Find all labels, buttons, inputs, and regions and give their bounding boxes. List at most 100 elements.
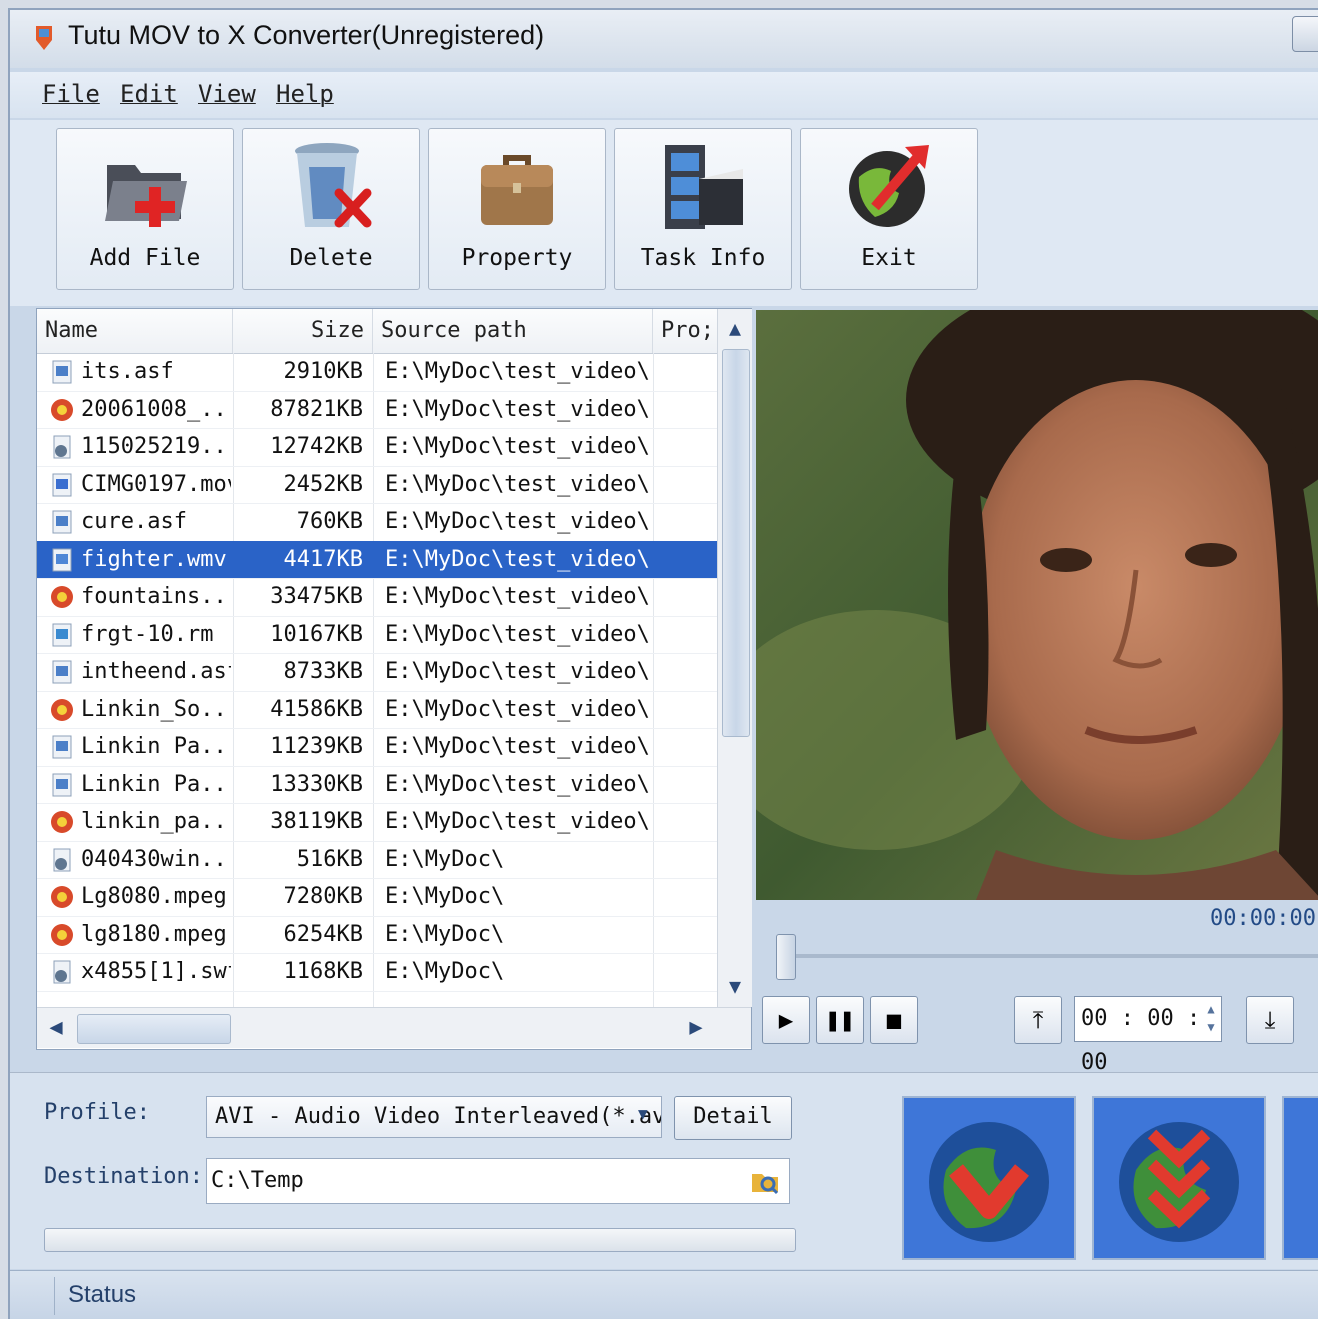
file-media-icon bbox=[51, 923, 73, 946]
conversion-progress-bar bbox=[44, 1228, 796, 1252]
table-row[interactable]: 040430win... 516KB E:\MyDoc\ bbox=[37, 841, 717, 879]
file-media-icon bbox=[51, 586, 73, 608]
vertical-scrollbar[interactable]: ▲ ▼ bbox=[717, 309, 752, 1007]
horizontal-scrollbar[interactable]: ◀ ▶ bbox=[37, 1007, 751, 1048]
globe-exit-icon bbox=[849, 145, 929, 227]
scroll-left-arrow-icon[interactable]: ◀ bbox=[41, 1012, 71, 1044]
table-row[interactable]: intheend.asf 8733KB E:\MyDoc\test_video\ bbox=[37, 653, 717, 692]
file-list-panel: Name Size Source path Pro; its.asf 2910KB… bbox=[36, 308, 752, 1050]
app-window: Tutu MOV to X Converter(Unregistered) Fi… bbox=[8, 8, 1318, 1319]
cell-size: 12742KB bbox=[270, 434, 363, 459]
profile-label: Profile: bbox=[44, 1100, 150, 1125]
scroll-right-arrow-icon[interactable]: ▶ bbox=[681, 1012, 711, 1044]
cell-path: E:\MyDoc\ bbox=[385, 884, 505, 909]
table-row[interactable]: Lg8080.mpeg 7280KB E:\MyDoc\ bbox=[37, 878, 717, 917]
property-button[interactable]: Property bbox=[428, 128, 606, 290]
file-generic-icon bbox=[53, 848, 71, 871]
globe-convert-icon bbox=[929, 1122, 1049, 1242]
exit-button[interactable]: Exit bbox=[800, 128, 978, 290]
cell-size: 10167KB bbox=[270, 621, 363, 647]
set-end-button[interactable]: ⤓ bbox=[1246, 996, 1294, 1044]
cell-name: cure.asf bbox=[81, 509, 187, 534]
file-media-icon bbox=[51, 811, 73, 833]
cell-path: E:\MyDoc\test_video\ bbox=[385, 659, 650, 684]
cell-name: Lg8080.mpeg bbox=[81, 884, 227, 909]
browse-folder-icon[interactable] bbox=[750, 1166, 780, 1196]
stop-button[interactable]: ■ bbox=[870, 996, 918, 1044]
pause-icon: ❚❚ bbox=[825, 1006, 855, 1034]
vertical-scroll-thumb[interactable] bbox=[722, 349, 750, 737]
task-info-button[interactable]: Task Info bbox=[614, 128, 792, 290]
start-time-input[interactable]: 00 : 00 : 00 bbox=[1074, 996, 1222, 1075]
cell-size: 41586KB bbox=[270, 696, 363, 722]
table-row[interactable]: Linkin Pa... 13330KB E:\MyDoc\test_video\ bbox=[37, 766, 717, 804]
destination-input[interactable]: C:\Temp bbox=[206, 1158, 790, 1204]
cell-path: E:\MyDoc\test_video\ bbox=[385, 621, 650, 647]
dropdown-arrow-icon[interactable]: ▼ bbox=[638, 1104, 648, 1123]
menu-bar: File Edit View Help bbox=[10, 72, 1318, 118]
status-separator bbox=[54, 1277, 55, 1315]
table-row[interactable]: frgt-10.rm 10167KB E:\MyDoc\test_video\ bbox=[37, 616, 717, 654]
stop-convert-button[interactable] bbox=[1282, 1096, 1318, 1260]
file-media-icon bbox=[51, 886, 73, 908]
table-row[interactable]: lg8180.mpeg 6254KB E:\MyDoc\ bbox=[37, 916, 717, 954]
briefcase-icon bbox=[481, 155, 553, 225]
cell-path: E:\MyDoc\ bbox=[385, 846, 505, 872]
menu-edit[interactable]: Edit bbox=[120, 80, 178, 108]
file-asf-icon bbox=[52, 773, 72, 796]
menu-view[interactable]: View bbox=[198, 80, 256, 108]
menu-help[interactable]: Help bbox=[276, 80, 334, 108]
file-asf-icon bbox=[52, 510, 72, 534]
convert-button[interactable] bbox=[902, 1096, 1076, 1260]
scroll-down-arrow-icon[interactable]: ▼ bbox=[720, 969, 750, 1003]
time-readout: 00:00:00 bbox=[1210, 906, 1316, 931]
horizontal-scroll-thumb[interactable] bbox=[77, 1014, 231, 1044]
minimize-button[interactable] bbox=[1292, 16, 1318, 52]
column-header-size[interactable]: Size bbox=[233, 309, 373, 353]
time-spinner-icon[interactable]: ▲ ▼ bbox=[1202, 1000, 1220, 1038]
table-row[interactable]: Linkin_So... 41586KB E:\MyDoc\test_video\ bbox=[37, 691, 717, 729]
seek-slider-track[interactable] bbox=[782, 954, 1318, 958]
table-row[interactable]: its.asf 2910KB E:\MyDoc\test_video\ bbox=[37, 353, 717, 392]
table-row[interactable]: fountains... 33475KB E:\MyDoc\test_video\ bbox=[37, 578, 717, 617]
menu-file[interactable]: File bbox=[42, 80, 100, 108]
seek-slider-thumb[interactable] bbox=[776, 934, 796, 980]
file-wmv-icon bbox=[52, 548, 72, 571]
column-header-source-path[interactable]: Source path bbox=[373, 309, 653, 353]
cell-size: 33475KB bbox=[270, 584, 363, 609]
table-row[interactable]: CIMG0197.mov 2452KB E:\MyDoc\test_video\ bbox=[37, 466, 717, 504]
table-row[interactable]: cure.asf 760KB E:\MyDoc\test_video\ bbox=[37, 503, 717, 542]
pause-button[interactable]: ❚❚ bbox=[816, 996, 864, 1044]
file-asf-icon bbox=[52, 660, 72, 684]
recycle-bin-delete-icon bbox=[295, 143, 372, 228]
cell-path: E:\MyDoc\test_video\ bbox=[385, 584, 650, 609]
play-button[interactable]: ▶ bbox=[762, 996, 810, 1044]
app-logo-icon bbox=[36, 26, 52, 50]
cell-size: 2910KB bbox=[283, 359, 363, 384]
set-start-button[interactable]: ⤒ bbox=[1014, 996, 1062, 1044]
cell-name: intheend.asf bbox=[81, 659, 231, 684]
window-title: Tutu MOV to X Converter(Unregistered) bbox=[68, 20, 545, 50]
table-row[interactable]: 20061008_... 87821KB E:\MyDoc\test_video\ bbox=[37, 391, 717, 429]
profile-select[interactable]: AVI - Audio Video Interleaved(*.av: bbox=[206, 1096, 662, 1138]
file-list-header: Name Size Source path Pro; bbox=[37, 309, 717, 354]
column-header-name[interactable]: Name bbox=[37, 309, 233, 353]
scroll-up-arrow-icon[interactable]: ▲ bbox=[720, 311, 750, 345]
delete-button[interactable]: Delete bbox=[242, 128, 420, 290]
table-row[interactable]: fighter.wmv 4417KB E:\MyDoc\test_video\ bbox=[37, 540, 717, 579]
cell-path: E:\MyDoc\test_video\ bbox=[385, 471, 650, 497]
cell-path: E:\MyDoc\ bbox=[385, 921, 505, 947]
column-header-progress[interactable]: Pro; bbox=[653, 309, 717, 353]
table-row[interactable]: 115025219... 12742KB E:\MyDoc\test_video\ bbox=[37, 428, 717, 467]
mark-start-icon: ⤒ bbox=[1032, 1006, 1044, 1034]
table-row[interactable]: x4855[1].swf 1168KB E:\MyDoc\ bbox=[37, 953, 717, 992]
delete-label: Delete bbox=[289, 245, 373, 271]
detail-button[interactable]: Detail bbox=[674, 1096, 792, 1140]
cell-name: Linkin Pa... bbox=[81, 771, 231, 797]
cell-name: Linkin_So... bbox=[81, 696, 231, 722]
table-row[interactable]: linkin_pa... 38119KB E:\MyDoc\test_video\ bbox=[37, 803, 717, 842]
batch-convert-button[interactable] bbox=[1092, 1096, 1266, 1260]
add-file-button[interactable]: Add File bbox=[56, 128, 234, 290]
table-row[interactable]: Linkin Pa... 11239KB E:\MyDoc\test_video\ bbox=[37, 728, 717, 767]
film-task-icon bbox=[665, 145, 743, 229]
